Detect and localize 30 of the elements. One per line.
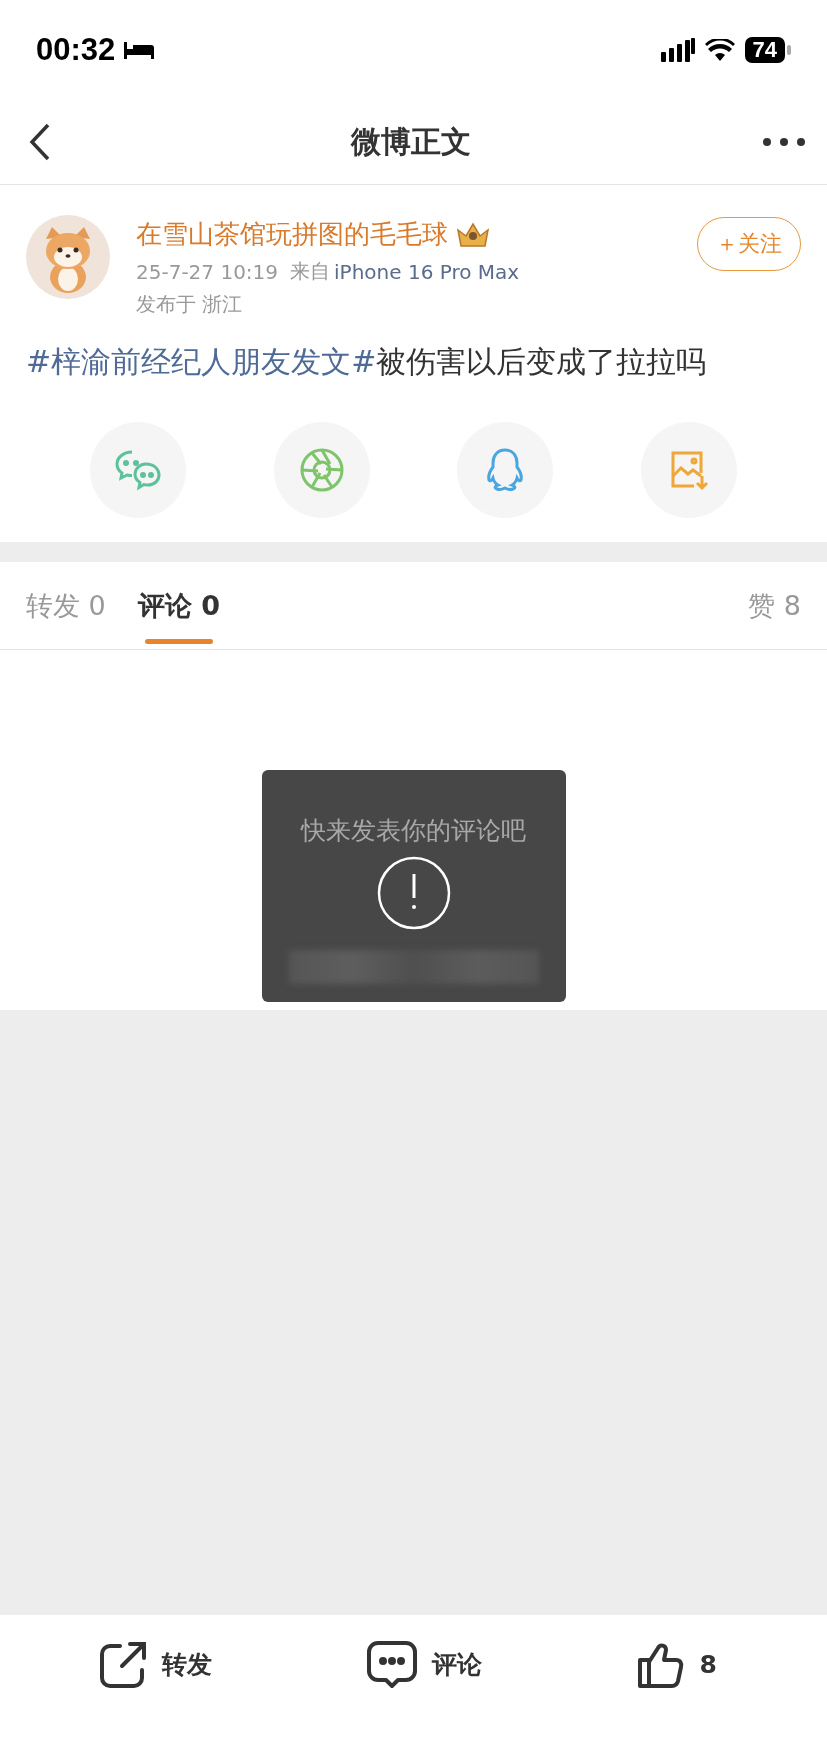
action-button[interactable]: 8 xyxy=(635,1639,717,1690)
post-text: #梓渝前经纪人朋友发文#被伤害以后变成了拉拉吗 xyxy=(26,343,708,381)
author-name[interactable]: 在雪山茶馆玩拼图的毛毛球 xyxy=(136,217,448,252)
battery-tip-icon xyxy=(787,45,791,55)
comment-icon xyxy=(365,1639,418,1690)
more-icon xyxy=(762,137,806,147)
crown-icon xyxy=(456,221,490,248)
dog-avatar-drawing[interactable] xyxy=(26,215,110,299)
tab[interactable]: 评论 0 xyxy=(137,561,220,650)
page-title: 微博正文 xyxy=(350,122,471,161)
empty-comments-text: 快来发表你的评论吧 xyxy=(301,815,526,847)
source-device: iPhone 16 Pro Max xyxy=(334,259,520,284)
penguin-icon xyxy=(485,447,526,493)
hashtag-link[interactable]: #梓渝前经纪人朋友发文# xyxy=(26,344,377,379)
tab[interactable]: 转发 0 xyxy=(26,561,106,650)
aperture-icon xyxy=(298,447,345,493)
share-icon xyxy=(98,1639,148,1690)
post-time: 25-7-27 10:19 xyxy=(136,259,279,284)
bed-icon xyxy=(123,40,156,60)
back-icon xyxy=(29,123,51,161)
post-location: 发布于 浙江 xyxy=(136,291,244,318)
battery-level: 74 xyxy=(744,37,785,63)
status-time: 00:32 xyxy=(36,32,116,68)
exclamation-icon xyxy=(377,856,451,930)
action-button[interactable]: 转发 xyxy=(98,1639,212,1690)
wifi-icon xyxy=(704,39,735,61)
signal-icon xyxy=(660,38,695,62)
source-label: 来自 xyxy=(290,258,331,285)
chat-bubbles-icon xyxy=(114,449,162,491)
action-button[interactable]: 评论 xyxy=(365,1639,482,1690)
